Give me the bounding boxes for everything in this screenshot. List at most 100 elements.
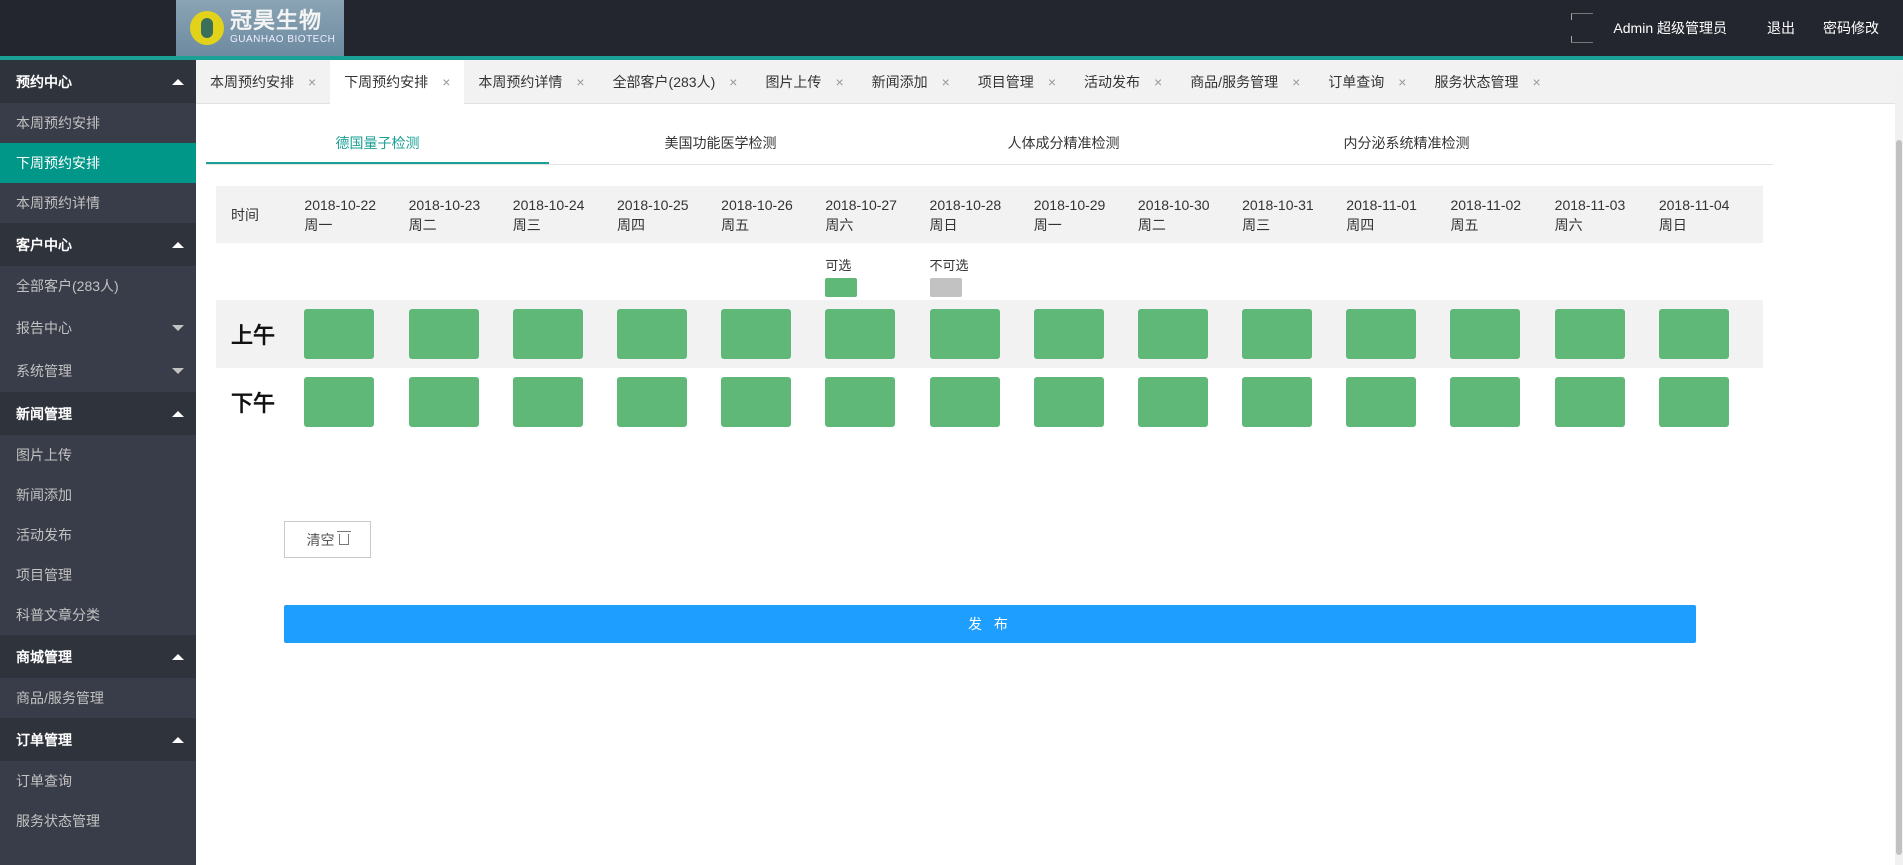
afternoon-slot-block[interactable]: [1242, 377, 1313, 427]
close-icon[interactable]: ×: [729, 74, 737, 90]
day-header: 2018-10-26 周五: [721, 186, 825, 243]
day-weekday: 周一: [304, 216, 333, 233]
afternoon-slot-block[interactable]: [825, 377, 896, 427]
sidebar-group-5[interactable]: 商城管理: [0, 635, 196, 678]
tab-item[interactable]: 订单查询 ×: [1314, 60, 1420, 104]
clear-button[interactable]: 清空: [284, 521, 371, 558]
sidebar-group-3[interactable]: 系统管理: [0, 349, 196, 392]
day-header: 2018-10-30 周二: [1138, 186, 1242, 243]
sidebar: 预约中心本周预约安排 下周预约安排 本周预约详情 客户中心 全部客户(283人) 报告中心…: [0, 60, 196, 865]
afternoon-slot-block[interactable]: [1137, 377, 1208, 427]
day-header: 2018-10-31 周三: [1242, 186, 1346, 243]
tab-item[interactable]: 新闻添加 ×: [858, 60, 964, 104]
afternoon-slot-block[interactable]: [929, 377, 1000, 427]
sidebar-group-0[interactable]: 预约中心: [0, 60, 196, 103]
close-icon[interactable]: ×: [1292, 74, 1300, 90]
sidebar-group-6[interactable]: 订单管理: [0, 718, 196, 761]
scrollbar-thumb[interactable]: [1896, 140, 1902, 855]
morning-slot-block[interactable]: [1346, 309, 1417, 359]
day-date: 2018-10-23: [408, 196, 481, 213]
sidebar-group-title: 系统管理: [16, 362, 72, 379]
subtab-item[interactable]: 人体成分精准检测: [892, 127, 1235, 164]
brand-logo[interactable]: 冠昊生物 GUANHAO BIOTECH: [176, 0, 344, 56]
avatar[interactable]: [1571, 13, 1594, 43]
afternoon-slot-block[interactable]: [1554, 377, 1625, 427]
logout-link[interactable]: 退出: [1767, 18, 1795, 38]
sidebar-group-2[interactable]: 报告中心: [0, 306, 196, 349]
tab-item[interactable]: 活动发布 ×: [1070, 60, 1176, 104]
morning-slot-block[interactable]: [721, 309, 792, 359]
sidebar-item[interactable]: 下周预约安排: [0, 143, 196, 183]
sidebar-item[interactable]: 本周预约详情: [0, 183, 196, 223]
morning-slot-block[interactable]: [1242, 309, 1313, 359]
sidebar-item[interactable]: 订单查询: [0, 761, 196, 801]
afternoon-slot-block[interactable]: [1346, 377, 1417, 427]
sidebar-item[interactable]: 服务状态管理: [0, 801, 196, 841]
day-weekday: 周五: [721, 216, 750, 233]
afternoon-slot-block[interactable]: [616, 377, 687, 427]
close-icon[interactable]: ×: [1048, 74, 1056, 90]
close-icon[interactable]: ×: [1532, 74, 1540, 90]
tab-item[interactable]: 图片上传 ×: [751, 60, 857, 104]
tab-item[interactable]: 服务状态管理 ×: [1420, 60, 1554, 104]
sidebar-group-4[interactable]: 新闻管理: [0, 392, 196, 435]
subtab-item[interactable]: 德国量子检测: [206, 127, 549, 164]
tab-item[interactable]: 本周预约详情 ×: [464, 60, 598, 104]
tab-item[interactable]: 本周预约安排 ×: [196, 60, 330, 104]
morning-slot-block[interactable]: [1033, 309, 1104, 359]
morning-slot-block[interactable]: [1450, 309, 1521, 359]
afternoon-slot-block[interactable]: [408, 377, 479, 427]
sidebar-item[interactable]: 项目管理: [0, 555, 196, 595]
morning-cell: [616, 300, 721, 368]
tab-label: 全部客户(283人): [612, 74, 716, 90]
close-icon[interactable]: ×: [576, 74, 584, 90]
afternoon-cell: [616, 368, 721, 436]
tab-item[interactable]: 下周预约安排 ×: [330, 60, 465, 104]
afternoon-slot-block[interactable]: [512, 377, 583, 427]
change-password-link[interactable]: 密码修改: [1823, 18, 1879, 38]
publish-button[interactable]: 发 布: [284, 605, 1696, 643]
subtab-item[interactable]: 美国功能医学检测: [549, 127, 892, 164]
close-icon[interactable]: ×: [308, 74, 316, 90]
morning-slot-block[interactable]: [616, 309, 687, 359]
morning-slot-block[interactable]: [304, 309, 375, 359]
sidebar-item[interactable]: 新闻添加: [0, 475, 196, 515]
afternoon-slot-block[interactable]: [1658, 377, 1729, 427]
trash-icon: [336, 531, 351, 545]
user-area: Admin 超级管理员 退出 密码修改: [1571, 0, 1903, 56]
close-icon[interactable]: ×: [442, 74, 450, 90]
morning-slot-block[interactable]: [1137, 309, 1208, 359]
subtab-item[interactable]: 内分泌系统精准检测: [1235, 127, 1578, 164]
sidebar-item[interactable]: 本周预约安排: [0, 103, 196, 143]
morning-slot-block[interactable]: [512, 309, 583, 359]
morning-slot-block[interactable]: [408, 309, 479, 359]
morning-slot-block[interactable]: [1554, 309, 1625, 359]
close-icon[interactable]: ×: [835, 74, 843, 90]
sidebar-item[interactable]: 图片上传: [0, 435, 196, 475]
sidebar-item[interactable]: 活动发布: [0, 515, 196, 555]
sidebar-group-1[interactable]: 客户中心: [0, 223, 196, 266]
user-name[interactable]: Admin 超级管理员: [1613, 18, 1727, 38]
tab-item[interactable]: 项目管理 ×: [964, 60, 1070, 104]
morning-slot-block[interactable]: [1658, 309, 1729, 359]
close-icon[interactable]: ×: [1154, 74, 1162, 90]
legend-available-label: 可选: [825, 258, 852, 273]
sidebar-item[interactable]: 科普文章分类: [0, 595, 196, 635]
tab-label: 本周预约详情: [478, 74, 563, 90]
caret-down-icon: [172, 367, 184, 374]
morning-slot-block[interactable]: [929, 309, 1000, 359]
afternoon-slot-block[interactable]: [304, 377, 375, 427]
afternoon-cell: [1450, 368, 1554, 436]
sidebar-item[interactable]: 全部客户(283人): [0, 266, 196, 306]
morning-slot-block[interactable]: [825, 309, 896, 359]
close-icon[interactable]: ×: [942, 74, 950, 90]
morning-cell: [1242, 300, 1346, 368]
afternoon-slot-block[interactable]: [721, 377, 792, 427]
close-icon[interactable]: ×: [1398, 74, 1406, 90]
sidebar-group-title: 预约中心: [16, 73, 72, 90]
tab-item[interactable]: 商品/服务管理 ×: [1176, 60, 1314, 104]
sidebar-item[interactable]: 商品/服务管理: [0, 678, 196, 718]
afternoon-slot-block[interactable]: [1033, 377, 1104, 427]
afternoon-slot-block[interactable]: [1450, 377, 1521, 427]
tab-item[interactable]: 全部客户(283人) ×: [599, 60, 752, 104]
